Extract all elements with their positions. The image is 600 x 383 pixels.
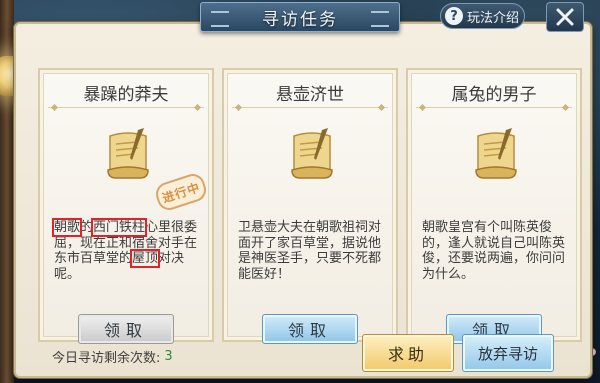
quest-panel: 暴躁的莽夫 进行中 朝歌的西门铁柱心里很委屈，现在正和宿舍对手在东市百草堂的屋顶… [14,22,592,378]
abandon-quest-button[interactable]: 放弃寻访 [462,334,554,372]
window-title-tab: 寻访任务 [200,2,400,32]
quest-card: 属兔的男子 朝歌皇宫有个叫陈英俊的，逢人就说自己叫陈英俊，还要说两遍，你问问为什… [406,68,582,344]
claim-button[interactable]: 领取 [78,314,174,344]
scroll-icon [291,128,333,179]
highlight-place: 屋顶 [130,249,161,268]
card-title: 暴躁的莽夫 [48,78,204,108]
quest-card: 悬壶济世 卫悬壶大夫在朝歌祖祠对面开了家百草堂，据说他是神医圣手，只要不死都能医… [222,68,398,344]
card-description: 朝歌的西门铁柱心里很委屈，现在正和宿舍对手在东市百草堂的屋顶对决呢。 [51,218,202,282]
remaining-count: 3 [164,348,173,364]
scroll-icon [107,128,149,179]
gameplay-help-button[interactable]: ? 玩法介绍 [440,3,525,29]
card-description: 卫悬壶大夫在朝歌祖祠对面开了家百草堂，据说他是神医圣手，只要不死都能医好！ [238,220,382,282]
highlight-npc: 西门铁柱 [91,218,148,237]
claim-button[interactable]: 领取 [262,314,358,344]
question-icon: ? [445,7,463,25]
close-icon [556,8,574,26]
stamp-label: 进行中 [160,179,202,206]
close-button[interactable] [546,2,584,32]
highlight-location: 朝歌 [51,218,83,237]
quest-card: 暴躁的莽夫 进行中 朝歌的西门铁柱心里很委屈，现在正和宿舍对手在东市百草堂的屋顶… [38,68,214,344]
in-progress-stamp: 进行中 [152,170,210,214]
ask-help-button[interactable]: 求助 [362,334,454,372]
remaining-label: 今日寻访剩余次数: [52,350,161,366]
remaining-visits: 今日寻访剩余次数: 3 [52,346,173,366]
window-title: 寻访任务 [262,9,338,30]
card-title: 悬壶济世 [232,78,388,108]
scroll-icon [475,128,517,179]
help-label: 玩法介绍 [467,10,520,26]
description-text: 的 [80,220,94,235]
card-title: 属兔的男子 [416,78,572,108]
card-description: 朝歌皇宫有个叫陈英俊的，逢人就说自己叫陈英俊，还要说两遍，你问问为什么。 [422,220,566,282]
